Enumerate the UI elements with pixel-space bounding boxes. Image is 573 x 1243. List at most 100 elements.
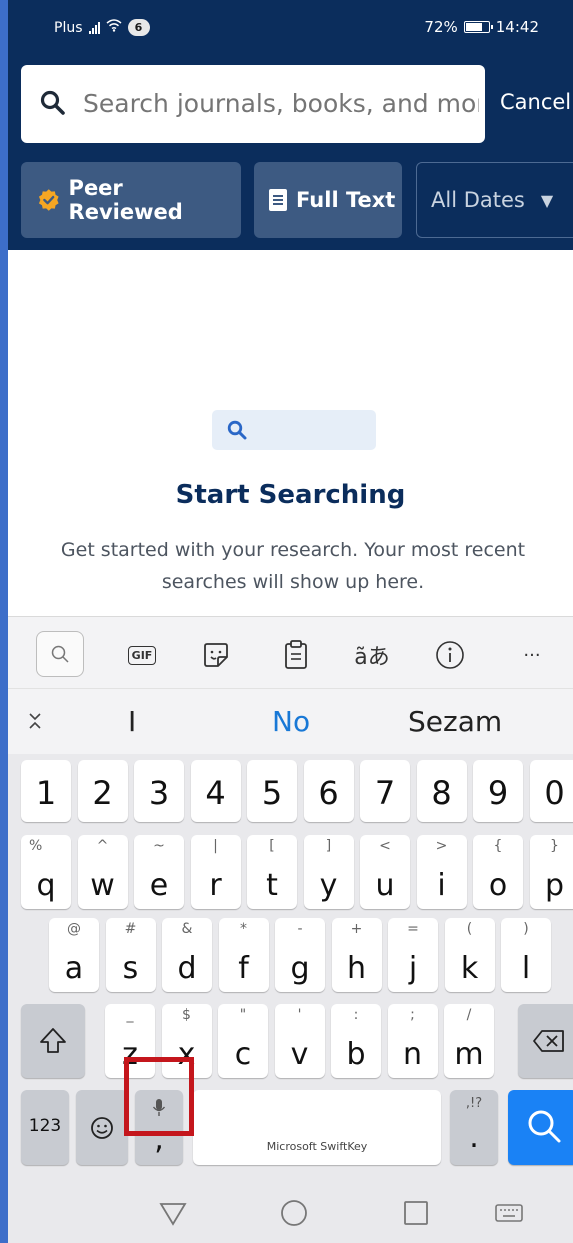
- key-alt-label: ': [297, 1007, 302, 1023]
- key-4[interactable]: 4: [190, 760, 241, 822]
- peer-reviewed-filter[interactable]: Peer Reviewed: [21, 162, 241, 238]
- key-a[interactable]: @ a: [49, 918, 99, 992]
- key-f[interactable]: * f: [218, 918, 269, 992]
- key-label: o: [488, 868, 508, 903]
- key-p[interactable]: } p: [529, 835, 573, 909]
- key-u[interactable]: < u: [360, 835, 410, 909]
- key-5[interactable]: 5: [247, 760, 297, 822]
- key-j[interactable]: = j: [388, 918, 438, 992]
- system-nav-bar: [8, 1180, 573, 1243]
- document-icon: [269, 189, 287, 211]
- translate-icon: a͂あ: [354, 645, 390, 670]
- key-r[interactable]: | r: [190, 835, 241, 909]
- space-bar[interactable]: Microsoft SwiftKey: [193, 1090, 441, 1165]
- recents-icon[interactable]: [401, 1198, 431, 1228]
- more-options-button[interactable]: ···: [512, 637, 552, 673]
- key-0[interactable]: 0: [529, 760, 573, 822]
- key-n[interactable]: ; n: [387, 1004, 438, 1078]
- key-alt-label: ": [239, 1007, 247, 1023]
- gif-icon: GIF: [127, 645, 157, 665]
- key-alt-label: /: [466, 1007, 472, 1023]
- key-8[interactable]: 8: [416, 760, 467, 822]
- key-6[interactable]: 6: [303, 760, 354, 822]
- key-alt-label: :: [353, 1007, 359, 1023]
- wifi-icon: [106, 19, 122, 36]
- key-k[interactable]: (k: [444, 918, 495, 992]
- backspace-key[interactable]: [518, 1004, 573, 1078]
- key-alt-label: %: [29, 838, 43, 854]
- key-label: b: [346, 1037, 366, 1072]
- key-m[interactable]: / m: [444, 1004, 494, 1078]
- key-label: p: [544, 868, 565, 903]
- key-q[interactable]: % q: [21, 835, 71, 909]
- signal-icon: [88, 21, 100, 34]
- full-text-filter[interactable]: Full Text: [254, 162, 402, 238]
- key-c[interactable]: " c: [218, 1004, 268, 1078]
- key-1[interactable]: 1: [21, 760, 71, 822]
- key-alt-label: {: [493, 838, 503, 854]
- key-i[interactable]: > i: [416, 835, 467, 909]
- key-label: 9: [487, 774, 509, 812]
- clipboard-button[interactable]: [276, 637, 316, 673]
- key-g[interactable]: -g: [275, 918, 325, 992]
- key-l[interactable]: ) l: [501, 918, 551, 992]
- info-icon: [436, 641, 464, 669]
- sticker-button[interactable]: [196, 637, 236, 673]
- key-label: j: [408, 951, 418, 986]
- search-input[interactable]: [83, 83, 479, 123]
- key-h[interactable]: + h: [331, 918, 382, 992]
- keyboard-search-button[interactable]: [36, 631, 84, 677]
- key-alt-label: ~: [153, 838, 165, 854]
- key-label: c: [234, 1037, 252, 1072]
- key-alt-label: +: [350, 921, 363, 937]
- key-alt-label: |: [213, 838, 218, 854]
- gif-button[interactable]: GIF: [122, 637, 162, 673]
- info-button[interactable]: [430, 637, 470, 673]
- suggestion-left[interactable]: I: [128, 705, 136, 738]
- collapse-icon[interactable]: [28, 711, 42, 736]
- key-alt-label: _: [126, 1007, 134, 1023]
- key-b[interactable]: :b: [331, 1004, 381, 1078]
- key-label: q: [36, 868, 56, 903]
- key-label: h: [346, 951, 366, 986]
- period-key[interactable]: ,!?.: [450, 1090, 498, 1165]
- key-label: i: [437, 868, 446, 903]
- date-filter-dropdown[interactable]: All Dates ▼: [416, 162, 573, 238]
- key-v[interactable]: ' v: [274, 1004, 325, 1078]
- empty-state-title: Start Searching: [175, 480, 406, 510]
- suggestion-center[interactable]: No: [272, 705, 310, 738]
- keyboard-switch-icon[interactable]: [494, 1198, 524, 1228]
- search-icon: [528, 1110, 561, 1143]
- key-3[interactable]: 3: [134, 760, 184, 822]
- key-7[interactable]: 7: [360, 760, 410, 822]
- search-icon: [51, 645, 69, 663]
- key-alt-label: [: [269, 838, 275, 854]
- search-key[interactable]: [508, 1090, 573, 1165]
- numbers-key[interactable]: 123: [21, 1090, 69, 1165]
- emoji-key[interactable]: [76, 1090, 128, 1165]
- home-icon[interactable]: [279, 1198, 309, 1228]
- key-label: u: [375, 868, 395, 903]
- cancel-button[interactable]: Cancel: [500, 90, 571, 114]
- key-o[interactable]: {o: [473, 835, 523, 909]
- battery-icon: [463, 21, 493, 33]
- suggestion-right[interactable]: Sezam: [408, 705, 502, 738]
- key-label: g: [290, 951, 310, 986]
- shift-key[interactable]: [21, 1004, 85, 1078]
- key-t[interactable]: [t: [247, 835, 297, 909]
- app-header: Plus 6 72% 14:42 Cancel: [8, 0, 573, 250]
- key-y[interactable]: ] y: [303, 835, 354, 909]
- key-s[interactable]: # s: [105, 918, 156, 992]
- key-e[interactable]: ~ e: [134, 835, 184, 909]
- key-d[interactable]: & d: [162, 918, 212, 992]
- search-bar[interactable]: [21, 65, 485, 143]
- key-9[interactable]: 9: [473, 760, 523, 822]
- key-2[interactable]: 2: [77, 760, 128, 822]
- search-icon: [40, 90, 65, 115]
- back-icon[interactable]: [158, 1198, 188, 1228]
- key-w[interactable]: ^ w: [77, 835, 128, 909]
- key-alt-label: <: [379, 838, 391, 854]
- key-alt-label: }: [550, 838, 559, 854]
- period-label: .: [469, 1120, 479, 1155]
- translate-button[interactable]: a͂あ: [352, 637, 392, 673]
